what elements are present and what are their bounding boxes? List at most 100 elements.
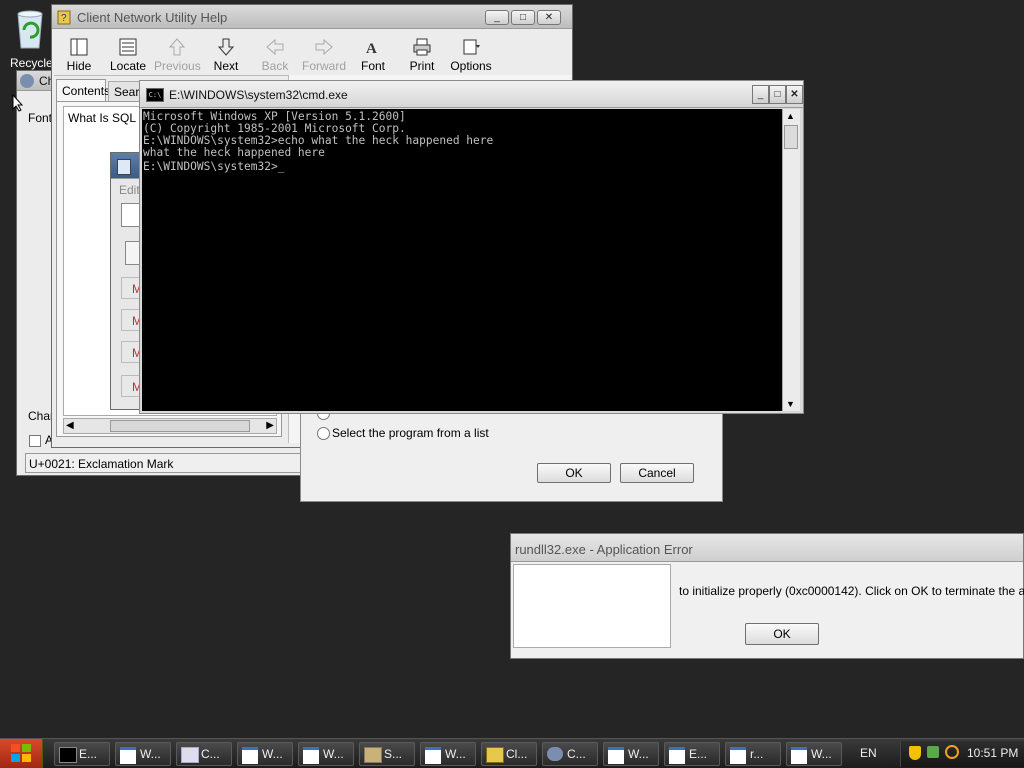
taskbar-item[interactable]: W... [786, 742, 842, 766]
radio-select-program[interactable] [317, 427, 330, 440]
network-icon[interactable] [927, 746, 939, 758]
document-icon [181, 747, 199, 763]
taskbar-item[interactable]: W... [603, 742, 659, 766]
shield-icon[interactable] [909, 746, 921, 760]
mouse-cursor-icon [12, 94, 24, 112]
toolbar-print-label: Print [409, 59, 435, 73]
toolbar-hide-button[interactable]: Hide [56, 37, 102, 73]
edit-menu-label[interactable]: Edit [119, 183, 140, 197]
error-dialog[interactable]: rundll32.exe - Application Error to init… [510, 533, 1024, 659]
clock[interactable]: 10:51 PM [967, 746, 1018, 760]
open-with-cancel-button[interactable]: Cancel [620, 463, 694, 483]
tab-search[interactable]: Sear [108, 81, 140, 101]
taskbar-item[interactable]: C... [542, 742, 598, 766]
scroll-left-arrow-icon[interactable]: ◀ [66, 420, 74, 431]
cmd-console[interactable]: Microsoft Windows XP [Version 5.1.2600] … [142, 109, 782, 411]
taskbar-item-label: W... [445, 747, 466, 761]
cmd-icon [59, 747, 77, 763]
window-icon [303, 747, 319, 764]
svg-text:A: A [366, 41, 377, 57]
taskbar-item-label: E... [689, 747, 708, 761]
taskbar-item-label: W... [262, 747, 283, 761]
taskbar-item-label: W... [628, 747, 649, 761]
toolbar-options-button[interactable]: Options [448, 37, 494, 73]
cmd-output: Microsoft Windows XP [Version 5.1.2600] … [143, 111, 493, 173]
printer-icon [413, 38, 431, 56]
taskbar-item[interactable]: Cl... [481, 742, 537, 766]
charmap-app-icon [20, 74, 34, 88]
error-title: rundll32.exe - Application Error [515, 542, 693, 557]
toolbar-forward-button[interactable]: Forward [301, 37, 347, 73]
toolbar-options-label: Options [450, 59, 492, 73]
language-indicator[interactable]: EN [860, 746, 877, 760]
tab-contents[interactable]: Contents [56, 79, 110, 101]
charmap-status-text: U+0021: Exclamation Mark [29, 457, 174, 471]
tools-icon [364, 747, 382, 763]
cmd-close-button[interactable]: ✕ [786, 85, 803, 104]
error-ok-button[interactable]: OK [745, 623, 819, 645]
cmd-cursor: _ [277, 160, 285, 173]
search-icon[interactable] [945, 745, 959, 759]
toolbar-back-button[interactable]: Back [252, 37, 298, 73]
arrow-up-icon [168, 38, 186, 56]
contents-topic[interactable]: What Is SQL S [68, 111, 147, 125]
scroll-right-arrow-icon[interactable]: ▶ [266, 420, 274, 431]
taskbar-item-label: W... [811, 747, 832, 761]
system-tray: 10:51 PM [900, 741, 1024, 767]
contents-hscrollbar[interactable]: ◀ ▶ [63, 418, 277, 434]
help-minimize-button[interactable]: _ [485, 10, 509, 25]
arrow-down-icon [217, 38, 235, 56]
taskbar-item[interactable]: W... [298, 742, 354, 766]
toolbar-locate-button[interactable]: Locate [105, 37, 151, 73]
taskbar-item[interactable]: C... [176, 742, 232, 766]
cmd-maximize-button[interactable]: □ [769, 85, 786, 104]
windows-logo-icon [11, 744, 31, 762]
font-icon: A [366, 41, 377, 57]
taskbar-item[interactable]: r... [725, 742, 781, 766]
scroll-up-arrow-icon[interactable]: ▲ [786, 111, 795, 121]
taskbar-item[interactable]: W... [115, 742, 171, 766]
cmd-window[interactable]: C:\ E:\WINDOWS\system32\cmd.exe _ □ ✕ Mi… [139, 80, 804, 414]
toolbar-print-button[interactable]: Print [399, 37, 445, 73]
cmd-minimize-button[interactable]: _ [752, 85, 769, 104]
taskbar-item[interactable]: W... [420, 742, 476, 766]
toolbar-next-label: Next [213, 59, 239, 73]
toolbar-font-label: Font [360, 59, 385, 73]
scroll-down-arrow-icon[interactable]: ▼ [786, 399, 795, 409]
help-titlebar[interactable]: ? Client Network Utility Help _ □ ✕ [52, 5, 572, 29]
tab-contents-label: Contents [62, 84, 111, 98]
cmd-prompt: E:\WINDOWS\system32> [143, 160, 278, 173]
cmd-titlebar[interactable]: C:\ E:\WINDOWS\system32\cmd.exe _ □ ✕ [140, 81, 803, 108]
error-titlebar[interactable]: rundll32.exe - Application Error [511, 534, 1023, 562]
charmap-font-label: Font [28, 111, 53, 125]
toolbar-previous-button[interactable]: Previous [154, 37, 201, 73]
window-icon [242, 747, 258, 764]
toolbar-next-button[interactable]: Next [203, 37, 249, 73]
start-button[interactable] [0, 739, 43, 768]
recycle-bin-icon [17, 10, 43, 49]
taskbar-item[interactable]: E... [54, 742, 110, 766]
recycle-bin[interactable]: Recycle [6, 4, 54, 70]
help-maximize-button[interactable]: □ [511, 10, 535, 25]
open-with-ok-button[interactable]: OK [537, 463, 611, 483]
taskbar-item-label: r... [750, 747, 764, 761]
window-icon [425, 747, 441, 764]
error-message: to initialize properly (0xc0000142). Cli… [679, 584, 1024, 598]
toolbar-locate-label: Locate [109, 59, 147, 73]
taskbar-item-label: W... [323, 747, 344, 761]
toolbar-forward-label: Forward [301, 59, 346, 73]
help-title: Client Network Utility Help [77, 10, 228, 25]
toolbar-back-label: Back [261, 59, 289, 73]
toolbar-font-button[interactable]: A Font [350, 37, 396, 73]
taskbar-item[interactable]: E... [664, 742, 720, 766]
taskbar-item[interactable]: S... [359, 742, 415, 766]
cmd-scroll-thumb[interactable] [784, 125, 798, 149]
taskbar-item[interactable]: W... [237, 742, 293, 766]
charmap-advanced-checkbox[interactable] [29, 435, 41, 447]
cmd-prompt-line: E:\WINDOWS\system32>_ [143, 159, 493, 173]
help-close-button[interactable]: ✕ [537, 10, 561, 25]
scroll-thumb[interactable] [110, 420, 250, 432]
cmd-vscrollbar[interactable]: ▲ ▼ [782, 109, 800, 411]
locate-icon [119, 38, 137, 56]
taskbar-item-label: C... [567, 747, 586, 761]
